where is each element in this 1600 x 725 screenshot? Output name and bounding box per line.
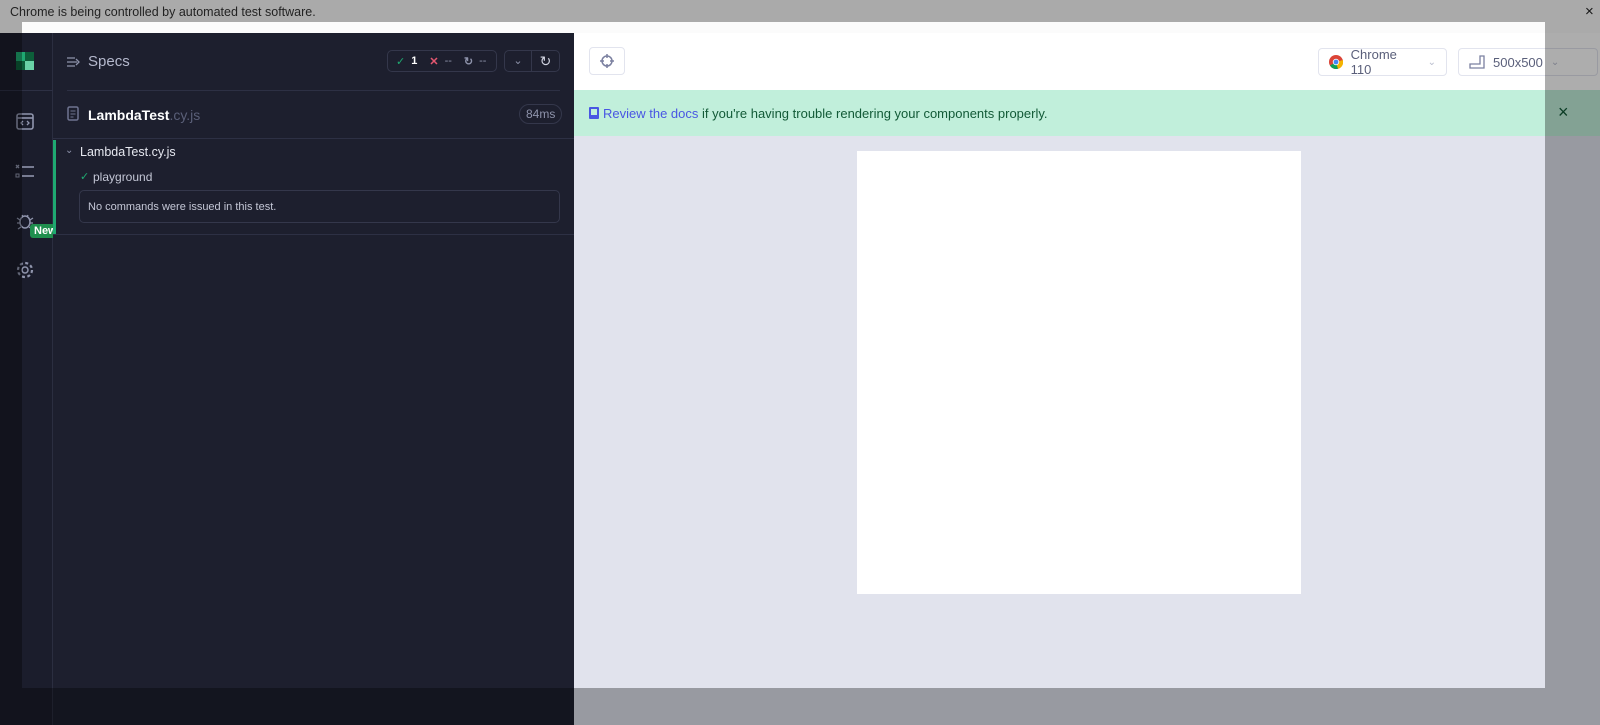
empty-commands-message: No commands were issued in this test. xyxy=(88,201,277,213)
pass-indicator-bar xyxy=(53,140,56,234)
specs-panel: Specs ✓ 1 ✕ -- ↻ -- ⌄ ↻ LambdaTest.cy.js 84… xyxy=(53,33,574,725)
chevron-down-icon: ⌄ xyxy=(1427,56,1436,68)
run-controls: ⌄ ↻ xyxy=(504,50,560,72)
specs-title: Specs xyxy=(88,53,130,70)
browser-label: Chrome 110 xyxy=(1350,47,1397,77)
preview-area: Chrome 110 ⌄ 500x500 ⌄ Review the docs i… xyxy=(574,33,1600,725)
test-title[interactable]: playground xyxy=(93,170,152,184)
pending-count: -- xyxy=(479,55,487,67)
suite-title[interactable]: LambdaTest.cy.js xyxy=(80,145,176,159)
failed-count: -- xyxy=(444,55,452,67)
book-icon xyxy=(589,107,599,119)
test-passed-icon: ✓ xyxy=(80,171,90,183)
passed-count: 1 xyxy=(411,55,418,67)
spec-file-icon xyxy=(67,106,79,121)
pending-icon: ↻ xyxy=(463,55,474,68)
component-viewport xyxy=(857,151,1301,594)
chevron-down-icon[interactable]: ⌄ xyxy=(505,51,532,71)
test-stats: ✓ 1 ✕ -- ↻ -- xyxy=(387,50,497,72)
failed-icon: ✕ xyxy=(429,55,439,68)
suite-chevron-icon[interactable]: ⌄ xyxy=(65,145,73,156)
spec-filename[interactable]: LambdaTest.cy.js xyxy=(88,107,200,123)
banner-text: if you're having trouble rendering your … xyxy=(698,105,1048,121)
crosshair-icon xyxy=(600,54,614,68)
spec-name: LambdaTest xyxy=(88,107,170,123)
empty-commands-box: No commands were issued in this test. xyxy=(79,190,560,223)
spec-duration: 84ms xyxy=(519,104,563,124)
rerun-icon[interactable]: ↻ xyxy=(532,51,559,71)
passed-icon: ✓ xyxy=(396,55,406,68)
specs-collapse-icon[interactable] xyxy=(67,56,81,68)
preview-toolbar: Chrome 110 ⌄ 500x500 ⌄ xyxy=(574,33,1600,90)
selector-playground-button[interactable] xyxy=(589,47,625,75)
spec-ext: .cy.js xyxy=(169,107,201,123)
review-docs-link[interactable]: Review the docs xyxy=(603,106,698,121)
ruler-icon xyxy=(1469,55,1485,69)
docs-banner: Review the docs if you're having trouble… xyxy=(574,90,1600,136)
chrome-icon xyxy=(1329,55,1343,69)
viewport-label: 500x500 xyxy=(1493,54,1543,70)
browser-select[interactable]: Chrome 110 ⌄ xyxy=(1318,47,1447,77)
